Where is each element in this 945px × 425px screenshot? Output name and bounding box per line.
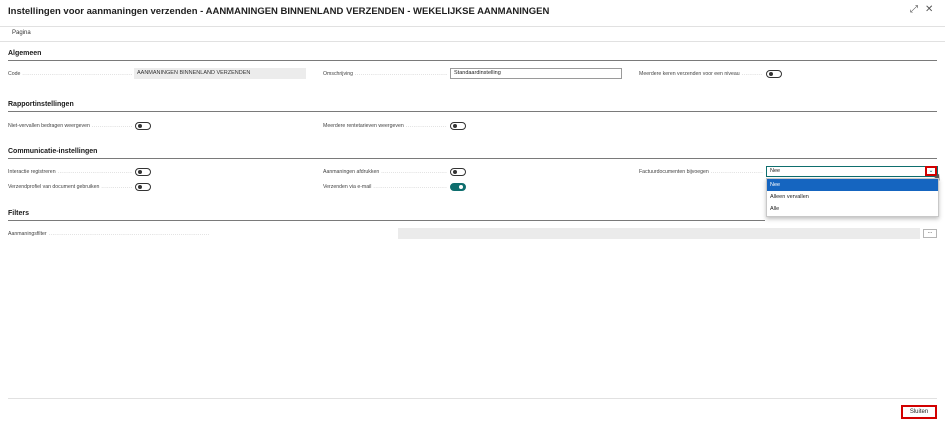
print-reminders-label: Aanmaningen afdrukken	[323, 169, 447, 175]
toggle-knob	[453, 170, 457, 174]
section-communication-heading[interactable]: Communicatie-instellingen	[8, 148, 97, 155]
expand-icon[interactable]: ⤢	[910, 4, 918, 15]
reminder-filter-field[interactable]	[398, 228, 920, 239]
print-reminders-toggle[interactable]	[450, 168, 466, 176]
log-interaction-label: Interactie registreren	[8, 169, 132, 175]
toggle-knob	[138, 185, 142, 189]
toggle-knob	[459, 185, 463, 189]
send-profile-label: Verzendprofiel van document gebruiken	[8, 184, 132, 190]
log-interaction-toggle[interactable]	[135, 168, 151, 176]
more-options-button[interactable]: ...	[923, 229, 937, 238]
show-not-due-toggle[interactable]	[135, 122, 151, 130]
title-divider	[0, 26, 945, 27]
show-multiple-interest-label: Meerdere rentetarieven weergeven	[323, 123, 447, 129]
section-report-line	[8, 111, 937, 112]
section-filters-line	[8, 220, 765, 221]
section-communication-line	[8, 158, 937, 159]
dropdown-chevron-icon[interactable]: ⌄	[925, 166, 937, 176]
toggle-knob	[138, 170, 142, 174]
attach-invoices-select[interactable]: Nee	[766, 166, 938, 177]
section-filters-heading[interactable]: Filters	[8, 210, 29, 217]
section-general-heading[interactable]: Algemeen	[8, 50, 41, 57]
description-label: Omschrijving	[323, 71, 447, 77]
attach-invoices-dropdown-list: Nee Alleen vervallen Alle	[766, 178, 939, 217]
section-report-heading[interactable]: Rapportinstellingen	[8, 101, 74, 108]
description-field[interactable]: Standaardinstelling	[450, 68, 622, 79]
toggle-knob	[453, 124, 457, 128]
dropdown-option-none[interactable]: Nee	[767, 179, 938, 191]
show-not-due-label: Niet-vervallen bedragen weergeven	[8, 123, 132, 129]
dialog-title: Instellingen voor aanmaningen verzenden …	[8, 6, 550, 17]
close-button[interactable]: Sluiten	[901, 405, 937, 419]
multiple-per-level-label: Meerdere keren verzenden voor een niveau	[639, 71, 763, 77]
section-general-line	[8, 60, 937, 61]
dropdown-option-overdue-only[interactable]: Alleen vervallen	[767, 191, 938, 203]
multiple-per-level-toggle[interactable]	[766, 70, 782, 78]
code-field: AANMANINGEN BINNENLAND VERZENDEN	[134, 68, 306, 79]
toggle-knob	[769, 72, 773, 76]
send-profile-toggle[interactable]	[135, 183, 151, 191]
close-icon[interactable]: ✕	[925, 4, 933, 15]
reminder-filter-label: Aanmaningsfilter	[8, 231, 393, 237]
attach-invoices-label: Factuurdocumenten bijvoegen	[639, 169, 763, 175]
tab-page[interactable]: Pagina	[12, 30, 31, 36]
send-by-email-toggle[interactable]	[450, 183, 466, 191]
footer-divider	[8, 398, 937, 399]
show-multiple-interest-toggle[interactable]	[450, 122, 466, 130]
dropdown-option-all[interactable]: Alle	[767, 203, 938, 215]
send-by-email-label: Verzenden via e-mail	[323, 184, 447, 190]
actionbar-divider	[0, 41, 945, 42]
code-label: Code	[8, 71, 132, 77]
toggle-knob	[138, 124, 142, 128]
